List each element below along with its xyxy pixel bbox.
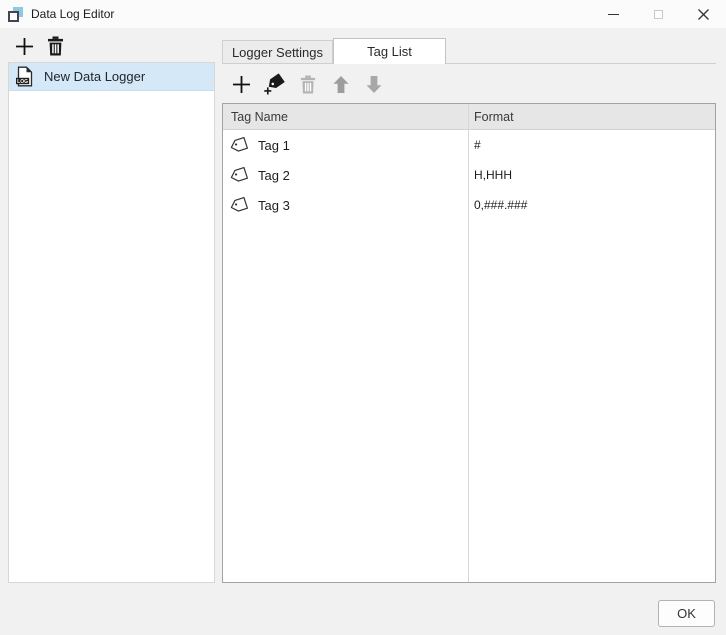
- close-button[interactable]: [681, 0, 726, 28]
- trash-icon: [47, 36, 64, 56]
- tag-icon: [229, 196, 249, 214]
- log-file-icon: LOG: [15, 66, 34, 87]
- close-icon: [697, 8, 710, 21]
- logger-list: LOG New Data Logger: [8, 62, 215, 583]
- move-tag-up-button[interactable]: [329, 72, 352, 96]
- tag-name: Tag 3: [258, 198, 290, 213]
- app-logo-icon: [8, 7, 23, 22]
- tab-tag-list-label: Tag List: [367, 44, 412, 59]
- column-header-tag-name: Tag Name: [223, 110, 468, 124]
- tag-format: H,HHH: [468, 168, 715, 182]
- tab-logger-settings[interactable]: Logger Settings: [222, 40, 333, 64]
- tag-table: Tag Name Format Tag 1 #: [222, 103, 716, 583]
- tag-plus-icon: [263, 72, 286, 96]
- window-title: Data Log Editor: [31, 7, 114, 21]
- tag-row-3[interactable]: Tag 3 0,###.###: [223, 190, 715, 220]
- column-header-format: Format: [468, 110, 715, 124]
- tag-icon: [229, 136, 249, 154]
- add-tag-from-list-button[interactable]: [263, 72, 286, 96]
- add-tag-button[interactable]: [230, 72, 253, 96]
- tab-tag-list[interactable]: Tag List: [333, 38, 446, 64]
- tab-logger-settings-label: Logger Settings: [232, 45, 323, 60]
- plus-icon: [14, 36, 35, 57]
- plus-icon: [231, 74, 252, 95]
- trash-icon: [300, 75, 316, 94]
- arrow-up-icon: [332, 75, 350, 94]
- delete-tag-button[interactable]: [296, 72, 319, 96]
- tag-icon: [229, 166, 249, 184]
- tag-name: Tag 2: [258, 168, 290, 183]
- tag-row-1[interactable]: Tag 1 #: [223, 130, 715, 160]
- table-header: Tag Name Format: [223, 104, 715, 130]
- ok-button[interactable]: OK: [658, 600, 715, 627]
- move-tag-down-button[interactable]: [362, 72, 385, 96]
- minimize-button[interactable]: [591, 0, 636, 28]
- delete-logger-button[interactable]: [47, 36, 64, 56]
- add-logger-button[interactable]: [14, 36, 35, 57]
- minimize-icon: [608, 14, 619, 15]
- tag-row-2[interactable]: Tag 2 H,HHH: [223, 160, 715, 190]
- tag-name: Tag 1: [258, 138, 290, 153]
- arrow-down-icon: [365, 75, 383, 94]
- data-log-editor-window: Data Log Editor: [0, 0, 726, 635]
- logger-toolbar: [14, 33, 64, 59]
- maximize-button[interactable]: [636, 0, 681, 28]
- titlebar: Data Log Editor: [0, 0, 726, 28]
- tag-toolbar: [230, 68, 385, 100]
- maximize-icon: [654, 10, 663, 19]
- tag-format: #: [468, 138, 715, 152]
- column-divider: [468, 104, 469, 582]
- svg-text:LOG: LOG: [17, 79, 28, 85]
- logger-list-item-selected[interactable]: LOG New Data Logger: [9, 63, 214, 91]
- window-controls: [591, 0, 726, 28]
- tab-strip-baseline: [222, 63, 716, 64]
- logger-item-label: New Data Logger: [44, 69, 145, 84]
- tag-format: 0,###.###: [468, 198, 715, 212]
